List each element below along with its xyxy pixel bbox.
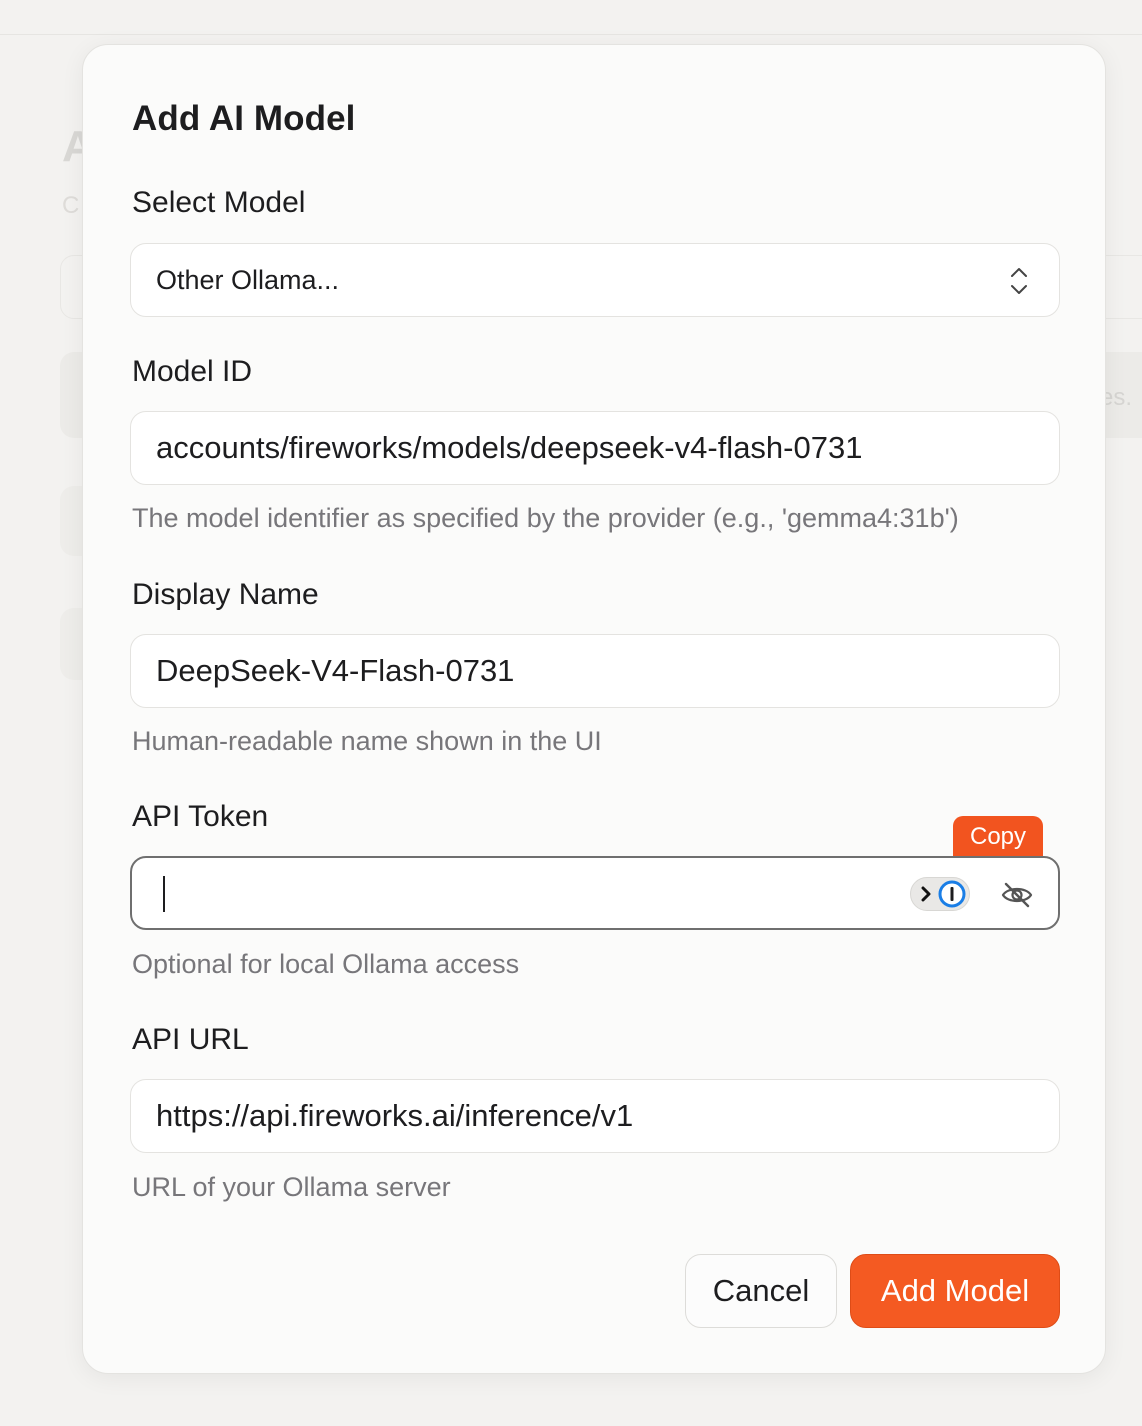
text-caret bbox=[163, 876, 165, 912]
display-name-hint: Human-readable name shown in the UI bbox=[132, 726, 602, 756]
chevron-up-down-icon bbox=[1011, 268, 1027, 294]
add-model-button[interactable]: Add Model bbox=[850, 1254, 1060, 1328]
1password-icon bbox=[921, 880, 966, 908]
dialog-title: Add AI Model bbox=[132, 99, 356, 138]
model-id-label: Model ID bbox=[132, 355, 253, 388]
api-url-label: API URL bbox=[132, 1023, 249, 1056]
api-url-hint: URL of your Ollama server bbox=[132, 1172, 451, 1202]
select-model-value: Other Ollama... bbox=[156, 264, 340, 295]
display-name-label: Display Name bbox=[132, 578, 319, 611]
page: A C es. Add AI Model Select Model Other … bbox=[0, 0, 1142, 1426]
api-token-hint: Optional for local Ollama access bbox=[132, 949, 520, 979]
api-url-value: https://api.fireworks.ai/inference/v1 bbox=[156, 1098, 634, 1133]
display-name-value: DeepSeek-V4-Flash-0731 bbox=[156, 653, 515, 688]
api-token-label: API Token bbox=[132, 800, 269, 833]
background-divider bbox=[0, 34, 1142, 35]
password-manager-button[interactable] bbox=[910, 877, 970, 911]
api-token-input[interactable] bbox=[130, 856, 1060, 930]
model-id-input[interactable]: accounts/fireworks/models/deepseek-v4-fl… bbox=[130, 411, 1060, 485]
display-name-input[interactable]: DeepSeek-V4-Flash-0731 bbox=[130, 634, 1060, 708]
api-url-input[interactable]: https://api.fireworks.ai/inference/v1 bbox=[130, 1079, 1060, 1153]
add-ai-model-dialog: Add AI Model Select Model Other Ollama..… bbox=[82, 44, 1106, 1374]
eye-slash-icon[interactable] bbox=[1000, 880, 1034, 910]
copy-button[interactable]: Copy bbox=[953, 816, 1043, 858]
select-model-label: Select Model bbox=[132, 186, 306, 219]
background-subtitle: C bbox=[62, 192, 80, 219]
model-id-value: accounts/fireworks/models/deepseek-v4-fl… bbox=[156, 430, 863, 465]
cancel-button[interactable]: Cancel bbox=[685, 1254, 837, 1328]
model-id-hint: The model identifier as specified by the… bbox=[132, 503, 959, 533]
select-model-dropdown[interactable]: Other Ollama... bbox=[130, 243, 1060, 317]
